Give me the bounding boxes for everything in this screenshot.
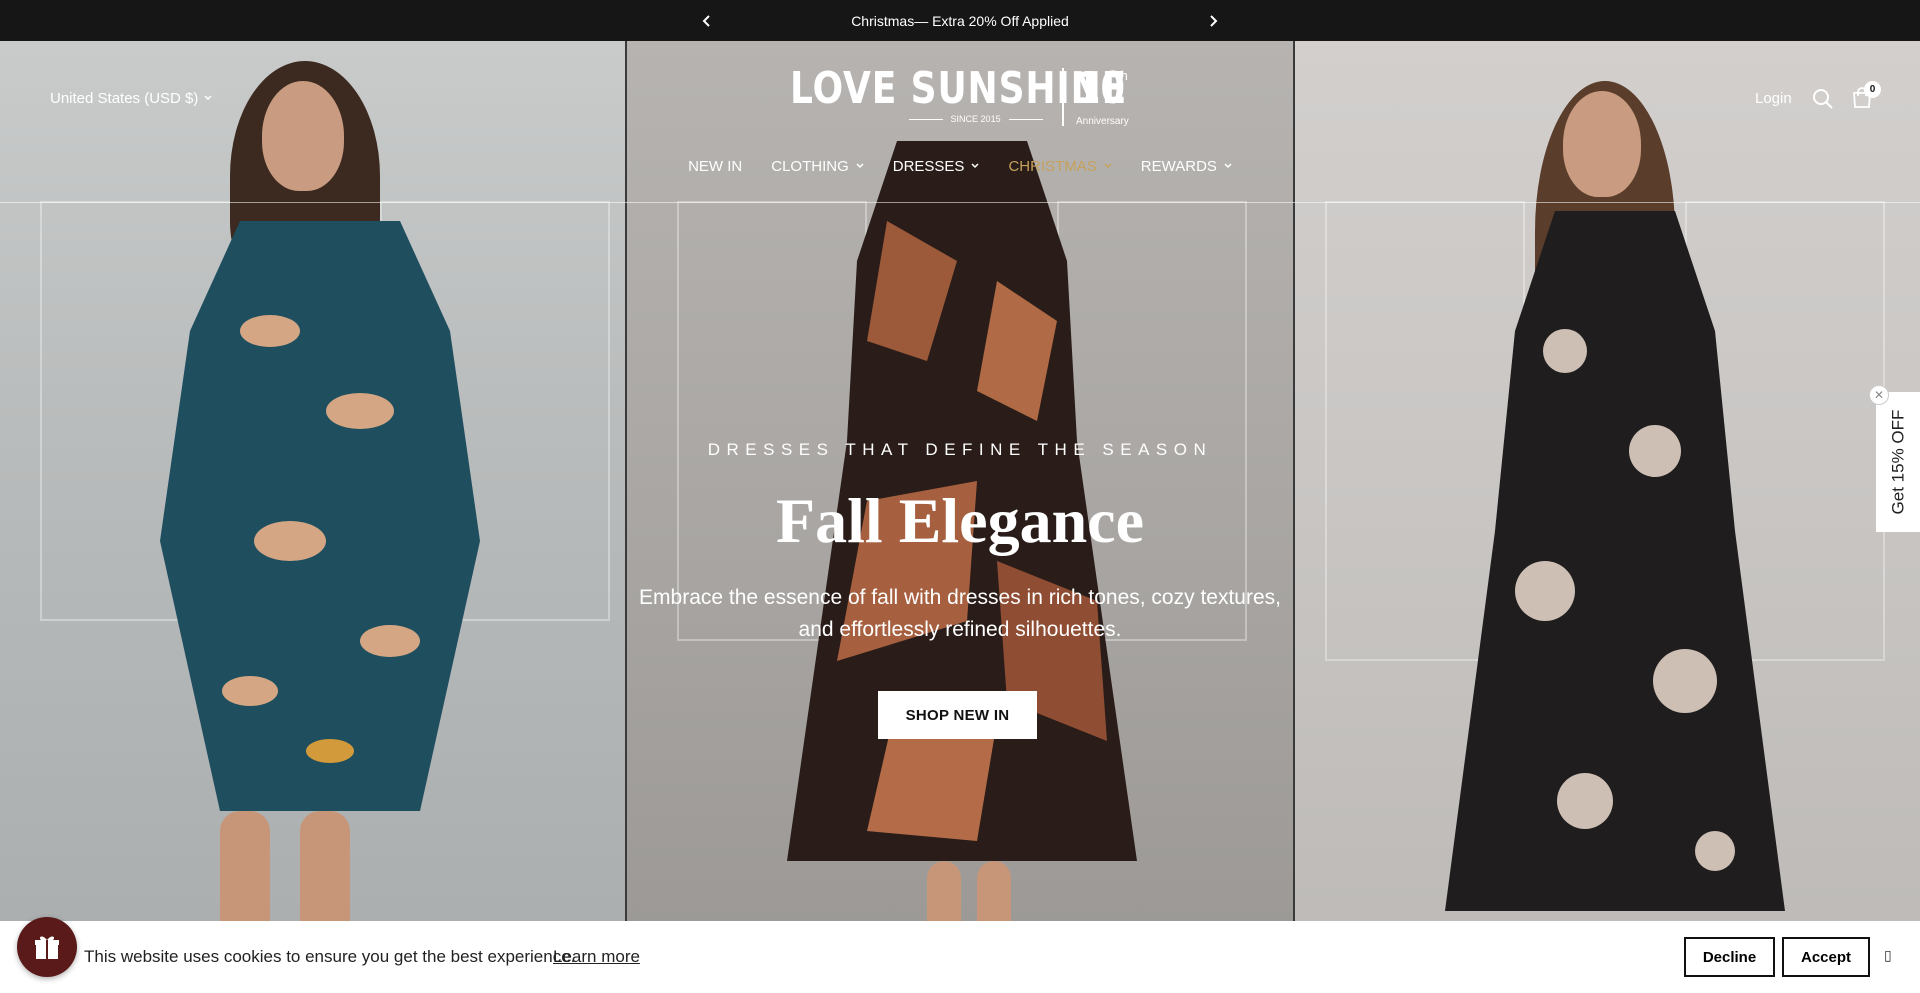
announcement-text[interactable]: Christmas— Extra 20% Off Applied <box>851 13 1069 29</box>
nav-item-rewards[interactable]: REWARDS <box>1141 158 1232 175</box>
logo-separator <box>1062 68 1064 126</box>
nav-label: DRESSES <box>892 158 965 175</box>
country-label: United States (USD $) <box>50 90 199 107</box>
cookie-banner: This website uses cookies to ensure you … <box>0 921 1920 993</box>
model-head <box>1563 91 1641 197</box>
dress-black-floral <box>1445 211 1785 911</box>
brand-logo[interactable]: LOVE SUNSHINE SINCE 2015 10 th Anniversa… <box>790 66 1134 130</box>
search-icon[interactable] <box>1812 88 1834 110</box>
nav-label: NEW IN <box>688 158 743 175</box>
close-icon[interactable]: ✕ <box>1869 385 1889 405</box>
learn-more-link[interactable]: Learn more <box>553 947 640 967</box>
chevron-down-icon <box>856 161 864 171</box>
chevron-down-icon <box>1104 161 1112 171</box>
chevron-left-icon[interactable] <box>692 0 722 41</box>
discount-side-tab[interactable]: Get 15% OFF <box>1876 392 1920 532</box>
nav-label: CHRISTMAS <box>1008 158 1097 175</box>
logo-anniversary: Anniversary <box>1076 116 1129 127</box>
hero-banner: DRESSES THAT DEFINE THE SEASON Fall Eleg… <box>0 41 1920 993</box>
chevron-down-icon <box>971 161 979 171</box>
decline-button[interactable]: Decline <box>1684 937 1775 977</box>
nav-item-christmas[interactable]: CHRISTMAS <box>1008 158 1112 175</box>
chevron-down-icon <box>1224 161 1232 171</box>
logo-th: th <box>1117 68 1128 83</box>
announcement-bar: Christmas— Extra 20% Off Applied <box>0 0 1920 41</box>
nav-label: REWARDS <box>1140 158 1217 175</box>
shop-new-in-button[interactable]: SHOP NEW IN <box>878 691 1037 739</box>
logo-since: SINCE 2015 <box>908 114 1043 124</box>
cookie-message: This website uses cookies to ensure you … <box>84 947 576 966</box>
nav-item-dresses[interactable]: DRESSES <box>893 158 980 175</box>
chevron-down-icon <box>204 93 212 103</box>
chevron-right-icon[interactable] <box>1198 0 1228 41</box>
hero-eyebrow: DRESSES THAT DEFINE THE SEASON <box>707 440 1213 459</box>
login-link[interactable]: Login <box>1755 90 1792 107</box>
hero-description: Embrace the essence of fall with dresses… <box>639 586 1281 641</box>
close-icon[interactable]: ▯ <box>1884 947 1892 964</box>
discount-side-tab-label: Get 15% OFF <box>1888 409 1907 515</box>
accept-button[interactable]: Accept <box>1782 937 1870 977</box>
logo-since-text: SINCE 2015 <box>950 114 1001 124</box>
main-nav: NEW IN CLOTHING DRESSES CHRISTMAS REWARD… <box>0 158 1920 175</box>
gift-icon[interactable] <box>17 917 77 977</box>
header-divider <box>0 202 1920 203</box>
nav-item-new-in[interactable]: NEW IN <box>688 158 742 175</box>
cart-count-badge: 0 <box>1864 81 1881 98</box>
nav-item-clothing[interactable]: CLOTHING <box>771 158 864 175</box>
country-selector[interactable]: United States (USD $) <box>50 90 212 107</box>
nav-label: CLOTHING <box>771 158 849 175</box>
hero-title: Fall Elegance <box>776 485 1144 556</box>
